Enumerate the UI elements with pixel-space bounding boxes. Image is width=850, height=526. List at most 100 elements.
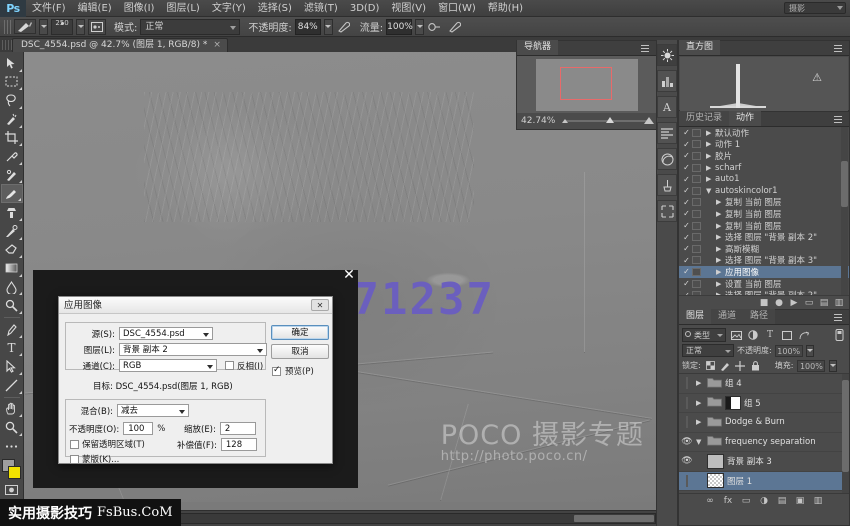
layer-row[interactable]: 👁▼frequency separation (679, 433, 849, 453)
action-row[interactable]: ✓▶scharf (679, 162, 849, 174)
eye-icon-empty[interactable] (686, 377, 688, 389)
chevron-right-icon[interactable]: ▶ (716, 222, 725, 230)
chevron-right-icon[interactable]: ▶ (716, 291, 725, 295)
dialog-toggle-box[interactable] (692, 233, 701, 241)
eye-icon-empty[interactable] (686, 416, 688, 428)
filter-toggle-switch[interactable] (832, 328, 846, 342)
menu-item-7[interactable]: 3D(D) (344, 0, 386, 17)
action-row[interactable]: ✓▶复制 当前 图层 (679, 208, 849, 220)
pen-tool[interactable] (1, 320, 23, 339)
record-icon[interactable]: ● (774, 298, 784, 308)
actions-list[interactable]: ✓▶默认动作✓▶动作 1✓▶胶片✓▶scharf✓▶auto1✓▼autoski… (679, 127, 849, 295)
source-select[interactable]: DSC_4554.psd (119, 327, 213, 340)
check-icon[interactable]: ✓ (681, 175, 692, 184)
layer-blend-mode-select[interactable]: 正常 (682, 344, 734, 357)
zoom-in-icon[interactable] (644, 117, 654, 124)
play-icon[interactable]: ▶ (789, 298, 799, 308)
flow-input[interactable]: 100% (386, 19, 412, 35)
navigator-zoom-value[interactable]: 42.74% (521, 116, 555, 126)
spot-healing-brush-tool[interactable] (1, 166, 23, 185)
tab-histogram[interactable]: 直方图 (679, 40, 720, 55)
scrollbar-thumb[interactable] (841, 161, 848, 207)
link-layers-icon[interactable]: ∞ (705, 496, 715, 506)
menu-item-8[interactable]: 视图(V) (385, 0, 432, 17)
quick-selection-tool[interactable] (1, 110, 23, 129)
brush-preset-dropdown[interactable] (39, 19, 48, 35)
marquee-tool[interactable] (1, 73, 23, 92)
navigator-preview[interactable] (517, 56, 656, 113)
layers-scrollbar[interactable] (842, 374, 849, 493)
layer-style-icon[interactable]: fx (723, 496, 733, 506)
check-icon[interactable]: ✓ (681, 186, 692, 195)
layer-row[interactable]: 👁背景 副本 3 (679, 452, 849, 472)
action-row[interactable]: ✓▶auto1 (679, 173, 849, 185)
chevron-right-icon[interactable]: ▶ (716, 280, 725, 288)
blend-select[interactable]: 减去 (117, 404, 189, 417)
chevron-right-icon[interactable]: ▶ (706, 152, 715, 160)
tab-history[interactable]: 历史记录 (679, 111, 729, 126)
check-icon[interactable]: ✓ (681, 151, 692, 160)
chevron-right-icon[interactable]: ▶ (716, 268, 725, 276)
chevron-right-icon[interactable]: ▶ (696, 379, 704, 387)
chevron-right-icon[interactable]: ▶ (706, 164, 715, 172)
scale-input[interactable]: 2 (220, 422, 256, 435)
new-layer-icon[interactable]: ▣ (795, 496, 805, 506)
menu-item-6[interactable]: 滤镜(T) (298, 0, 344, 17)
check-icon[interactable]: ✓ (681, 267, 692, 276)
airbrush-icon[interactable] (427, 19, 443, 35)
panel-menu-icon[interactable] (834, 44, 846, 53)
dialog-toggle-box[interactable] (692, 164, 701, 172)
dock-brush-presets-icon[interactable] (657, 174, 677, 196)
filter-adjustment-icon[interactable] (746, 328, 760, 342)
chevron-down-icon[interactable]: ▼ (696, 438, 704, 446)
channel-select[interactable]: RGB (119, 359, 217, 372)
lock-all-icon[interactable] (750, 360, 761, 371)
brush-pressure-icon[interactable] (446, 19, 462, 35)
dialog-toggle-box[interactable] (692, 268, 701, 276)
crop-tool[interactable] (1, 129, 23, 148)
tab-paths[interactable]: 路径 (743, 309, 775, 324)
menu-item-2[interactable]: 图像(I) (118, 0, 161, 17)
chevron-down-icon[interactable]: ▼ (706, 187, 715, 195)
delete-icon[interactable]: ▥ (834, 298, 844, 308)
chevron-right-icon[interactable]: ▶ (716, 198, 725, 206)
brush-size-dropdown[interactable] (76, 19, 85, 35)
eye-icon[interactable] (681, 476, 693, 486)
chevron-right-icon[interactable]: ▶ (696, 399, 704, 407)
check-icon[interactable]: ✓ (681, 256, 692, 265)
dock-paragraph-icon[interactable] (657, 122, 677, 144)
brush-panel-toggle-icon[interactable] (88, 19, 106, 35)
dialog-title-bar[interactable]: 应用图像 ✕ (59, 297, 332, 314)
dock-styles-icon[interactable] (657, 148, 677, 170)
action-row[interactable]: ✓▶复制 当前 图层 (679, 197, 849, 209)
menu-item-3[interactable]: 图层(L) (160, 0, 205, 17)
opacity-input[interactable]: 84% (295, 19, 321, 35)
delete-layer-icon[interactable]: ▥ (813, 496, 823, 506)
zoom-tool[interactable] (1, 418, 23, 437)
layers-list[interactable]: ▶组 4▶组 5▶Dodge & Burn👁▼frequency separat… (679, 373, 849, 493)
lock-position-icon[interactable] (735, 360, 746, 371)
layer-opacity-dropdown[interactable] (806, 345, 814, 357)
dialog-toggle-box[interactable] (692, 175, 701, 183)
lasso-tool[interactable] (1, 91, 23, 110)
layer-row[interactable]: 背景 副本 2 (679, 491, 849, 493)
lock-transparency-icon[interactable] (705, 360, 716, 371)
chevron-right-icon[interactable]: ▶ (716, 256, 725, 264)
action-row[interactable]: ✓▼autoskincolor1 (679, 185, 849, 197)
panel-menu-icon[interactable] (641, 44, 653, 53)
brush-preview-icon[interactable] (14, 19, 36, 34)
action-row[interactable]: ✓▶选择 图层 "背景 副本 2" (679, 231, 849, 243)
action-row[interactable]: ✓▶选择 图层 "背景 副本 3" (679, 255, 849, 267)
eye-icon[interactable] (681, 417, 693, 427)
chevron-right-icon[interactable]: ▶ (706, 129, 715, 137)
dialog-toggle-box[interactable] (692, 152, 701, 160)
check-icon[interactable]: ✓ (681, 221, 692, 230)
gradient-tool[interactable] (1, 259, 23, 278)
preview-checkbox[interactable] (272, 367, 281, 376)
dialog-toggle-box[interactable] (692, 198, 701, 206)
scrollbar-thumb[interactable] (842, 380, 849, 472)
menu-item-1[interactable]: 编辑(E) (72, 0, 118, 17)
ok-button[interactable]: 确定 (271, 325, 329, 340)
dialog-toggle-box[interactable] (692, 129, 701, 137)
eye-icon[interactable]: 👁 (681, 437, 693, 447)
